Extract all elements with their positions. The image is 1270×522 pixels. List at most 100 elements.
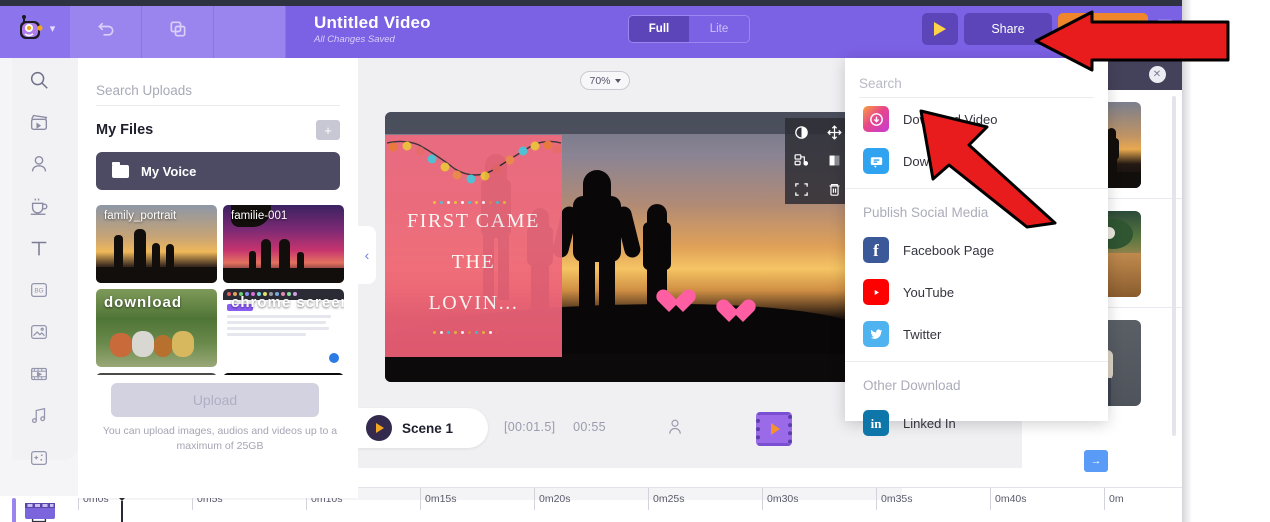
publish-button[interactable]: Publish (1058, 13, 1148, 45)
sidebar-item-bg[interactable]: BG (0, 270, 78, 310)
toolbar-extra-button[interactable] (214, 0, 286, 58)
scene-video-button[interactable] (756, 412, 792, 446)
more-icon[interactable] (1156, 16, 1174, 34)
upload-button[interactable]: Upload (111, 383, 319, 417)
sidebar-item-text[interactable] (0, 228, 78, 268)
chevron-left-icon: ‹ (364, 247, 370, 263)
undo-button[interactable] (70, 0, 142, 58)
undo-icon (97, 22, 113, 36)
scene-play-button[interactable] (366, 415, 392, 441)
scene-selector[interactable]: Scene 1 (358, 408, 488, 448)
upload-thumbnail[interactable]: chrome screenshot (223, 289, 344, 367)
preview-play-button[interactable] (922, 13, 958, 45)
menu-item-facebook[interactable]: f Facebook Page (845, 229, 1108, 271)
linkedin-icon: in (863, 410, 889, 436)
ruler-tick: 0m25s (648, 488, 685, 510)
layers-icon[interactable] (793, 152, 810, 169)
add-folder-button[interactable]: + (316, 120, 340, 140)
filmstrip-icon[interactable] (24, 502, 56, 520)
sidebar-item-images[interactable] (0, 312, 78, 352)
pink-text-card[interactable]: First came the lovin... (385, 135, 562, 357)
upload-thumbnail[interactable]: family_portrait (96, 205, 217, 283)
menu-item-download-gif[interactable]: Download Gif (845, 140, 1108, 182)
svg-text:BG: BG (34, 287, 43, 294)
thumb-art: count on me (223, 373, 344, 375)
project-title-block: Untitled Video All Changes Saved (314, 13, 564, 46)
play-icon (376, 423, 384, 433)
window-right-shadow (1182, 0, 1192, 522)
sidebar-item-characters[interactable] (0, 144, 78, 184)
sidebar-item-music[interactable] (0, 396, 78, 436)
canvas-letterbox-bottom (385, 354, 865, 382)
uploads-panel: Search Uploads My Files + My Voice famil… (78, 58, 358, 498)
trash-icon[interactable] (826, 181, 843, 198)
logo-button[interactable]: ▾ (0, 0, 70, 58)
upload-thumbnail[interactable]: count on me (223, 373, 344, 375)
duplicate-button[interactable] (142, 0, 214, 58)
sidebar-item-effects[interactable] (0, 438, 78, 478)
menu-item-twitter[interactable]: Twitter (845, 313, 1108, 355)
thumb-label: download (104, 294, 182, 311)
upload-thumbnail[interactable]: familie-001 (223, 205, 344, 283)
bg-icon: BG (31, 282, 47, 298)
headline-line-2: the (451, 251, 496, 273)
film-icon (770, 423, 780, 435)
zoom-level-control[interactable]: 70% (580, 71, 630, 90)
dot-divider (433, 331, 499, 334)
opacity-icon[interactable] (793, 124, 810, 141)
uploads-search-input[interactable]: Search Uploads (96, 76, 340, 106)
thumb-label: family_portrait (104, 210, 177, 222)
heart-sticker[interactable] (723, 300, 749, 324)
ruler-tick: 0m40s (990, 488, 1027, 510)
app-root: ▾ Untitled Video All Changes Saved Full … (0, 0, 1270, 522)
window-right-edge (1182, 0, 1270, 522)
menu-divider (845, 361, 1108, 362)
folder-my-voice[interactable]: My Voice (96, 152, 340, 190)
tab-lite[interactable]: Lite (689, 16, 749, 42)
scene-timing: [00:01.5] 00:55 (504, 420, 606, 434)
move-icon[interactable] (826, 124, 843, 141)
scene-label: Scene 1 (402, 420, 454, 436)
add-scene-button[interactable]: → (1084, 450, 1108, 472)
upload-thumbnail[interactable]: 20200628_212934 (96, 373, 217, 375)
menu-section-other: Other Download (863, 377, 961, 393)
sidebar-item-props[interactable] (0, 186, 78, 226)
page-title: Untitled Video (314, 12, 431, 32)
youtube-icon (863, 279, 889, 305)
text-icon (31, 241, 47, 256)
twitter-icon (863, 321, 889, 347)
zoom-level-value: 70% (589, 74, 611, 87)
sidebar-item-videos[interactable] (0, 354, 78, 394)
strip-scrollbar[interactable] (1172, 96, 1176, 436)
heart-sticker[interactable] (663, 290, 689, 314)
panel-collapse-button[interactable]: ‹ (358, 226, 376, 284)
top-toolbar: ▾ Untitled Video All Changes Saved Full … (0, 0, 1182, 58)
menu-item-youtube[interactable]: YouTube (845, 271, 1108, 313)
mode-toggle[interactable]: Full Lite (628, 15, 750, 43)
ruler-tick: 0m15s (420, 488, 457, 510)
menu-item-linkedin[interactable]: in Linked In (845, 402, 1108, 444)
headline-line-3: lovin... (428, 292, 519, 314)
sidebar-item-search[interactable] (0, 60, 78, 100)
element-floating-toolbar (785, 118, 851, 204)
publish-dropdown-menu: Search Download Video Download Gif Publi… (845, 58, 1108, 436)
close-icon[interactable]: ✕ (1148, 65, 1166, 83)
tab-full[interactable]: Full (629, 16, 689, 42)
chevron-down-icon: ▾ (49, 22, 56, 35)
props-icon (30, 198, 48, 215)
share-button[interactable]: Share (964, 13, 1052, 45)
ruler-tick: 0m (1104, 488, 1124, 510)
fit-icon[interactable] (793, 181, 810, 198)
scene-time-in: [00:01.5] (504, 420, 556, 434)
person-icon[interactable] (666, 417, 684, 437)
sidebar-item-templates[interactable] (0, 102, 78, 142)
menu-section-social: Publish Social Media (863, 204, 989, 220)
upload-thumbnail[interactable]: download (96, 289, 217, 367)
dropdown-search-input[interactable]: Search (859, 70, 1094, 98)
flip-icon[interactable] (826, 152, 843, 169)
uploads-thumbnail-grid: family_portrait familie-001 download chr… (96, 205, 344, 375)
save-status: All Changes Saved (314, 33, 395, 45)
thumb-art (96, 373, 217, 375)
headline-line-1: First came (407, 210, 540, 232)
menu-item-download-video[interactable]: Download Video (845, 98, 1108, 140)
